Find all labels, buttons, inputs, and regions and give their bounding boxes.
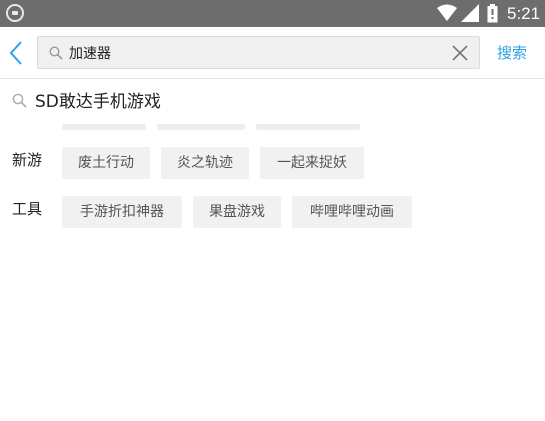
hidden-tag: [62, 124, 146, 130]
tag-item[interactable]: 一起来捉妖: [260, 147, 364, 179]
back-arrow-icon[interactable]: [4, 37, 28, 69]
search-button[interactable]: 搜索: [497, 42, 527, 64]
tag-item[interactable]: 哔哩哔哩动画: [292, 196, 412, 228]
wifi-icon: [437, 4, 457, 21]
search-icon: [12, 93, 27, 108]
suggestion-text: SD敢达手机游戏: [35, 92, 161, 112]
tag-item[interactable]: 废土行动: [62, 147, 150, 179]
search-icon: [49, 46, 63, 60]
clear-icon[interactable]: [451, 44, 469, 62]
hidden-tag: [157, 124, 245, 130]
category-label-tools: 工具: [12, 200, 43, 218]
status-bar: 5:21: [0, 0, 545, 27]
tag-item[interactable]: 炎之轨迹: [161, 147, 249, 179]
category-label-new-games: 新游: [12, 151, 43, 169]
battery-icon: [487, 4, 498, 23]
signal-icon: [461, 4, 479, 22]
tag-item[interactable]: 手游折扣神器: [62, 196, 182, 228]
app-notification-icon: [6, 4, 24, 22]
search-suggestion[interactable]: SD敢达手机游戏: [0, 80, 545, 124]
status-time: 5:21: [507, 4, 541, 23]
search-input[interactable]: [69, 37, 449, 68]
search-box[interactable]: [37, 36, 480, 69]
tag-item[interactable]: 果盘游戏: [193, 196, 281, 228]
search-header: 搜索: [0, 27, 545, 79]
hidden-tag: [256, 124, 360, 130]
